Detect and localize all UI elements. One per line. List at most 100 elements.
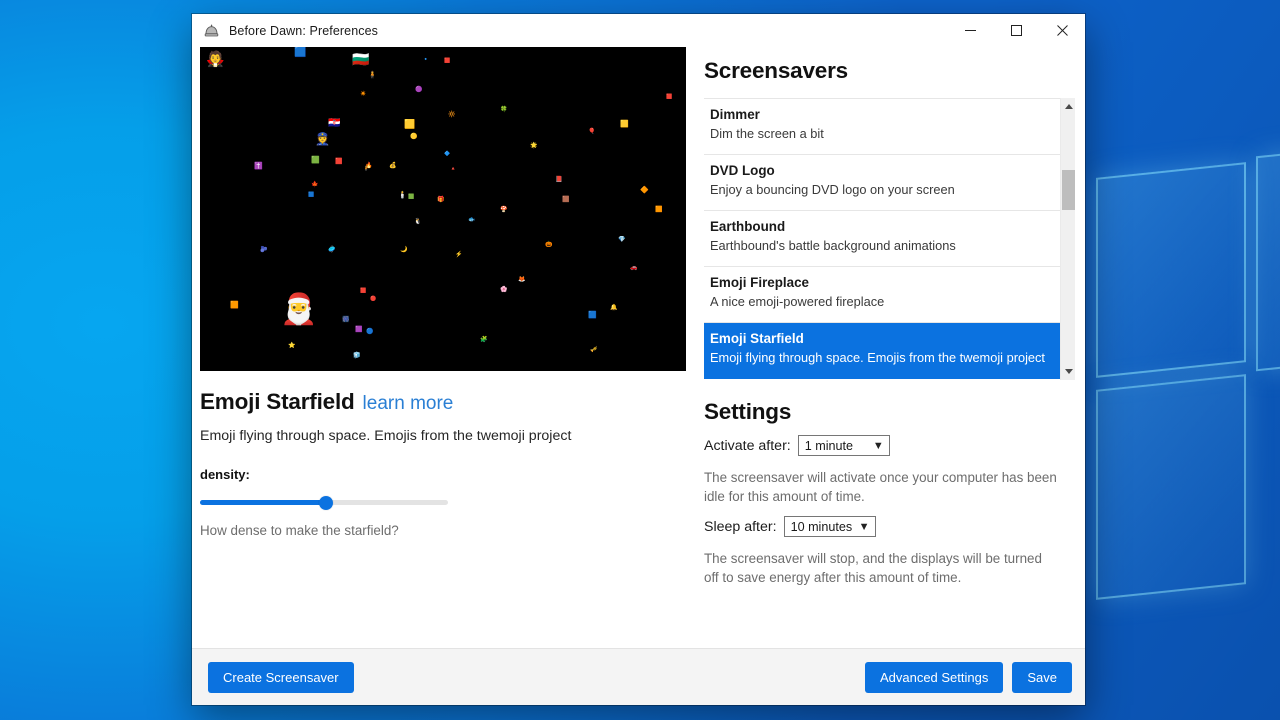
window-title: Before Dawn: Preferences (229, 23, 379, 38)
screensaver-item-name: Emoji Starfield (710, 331, 804, 346)
close-icon (1056, 25, 1068, 36)
detail-description: Emoji flying through space. Emojis from … (200, 428, 572, 444)
screensaver-list-item[interactable]: Emoji Fireplace A nice emoji-powered fire… (704, 267, 1060, 323)
preview-emoji: 🔹 (422, 57, 430, 63)
settings-section: Settings Activate after: 1 minute5 minut… (704, 399, 1064, 587)
slider-fill (200, 500, 327, 505)
preview-emoji: 💰 (389, 163, 397, 169)
activate-after-label: Activate after: (704, 437, 791, 454)
preview-emoji: 🔵 (366, 329, 374, 335)
close-button[interactable] (1039, 14, 1085, 47)
screensaver-list-item[interactable]: DVD Logo Enjoy a bouncing DVD logo on you… (704, 155, 1060, 211)
preview-emoji: 🟣 (415, 87, 423, 93)
preview-emoji: 🟫 (562, 197, 570, 203)
preview-emoji: 🟥 (335, 159, 343, 165)
save-button[interactable]: Save (1012, 661, 1072, 693)
preview-emoji: 🎁 (437, 197, 445, 203)
preferences-window: Before Dawn: Preferences 🧛 🟦 🇧🇬 🔹 🟥 🧍 🟣 … (192, 14, 1085, 705)
maximize-icon (1010, 25, 1022, 36)
preview-emoji: 🔆 (448, 112, 456, 118)
preview-emoji: 🟦 (308, 192, 315, 198)
window-footer: Create Screensaver Advanced Settings Sav… (192, 648, 1085, 705)
list-scrollbar[interactable] (1060, 98, 1075, 380)
preview-emoji: 🌸 (500, 287, 508, 293)
sleep-after-row: Sleep after: Never5 minutes10 minutes30 … (704, 516, 1064, 537)
activate-after-row: Activate after: 1 minute5 minutes10 minu… (704, 435, 1064, 456)
preview-emoji: ⚡ (455, 252, 463, 258)
preview-emoji: 🎺 (590, 347, 598, 353)
activate-after-help: The screensaver will activate once your … (704, 470, 1057, 504)
preview-emoji: 🧛 (206, 51, 225, 68)
create-screensaver-button[interactable]: Create Screensaver (208, 661, 354, 693)
screensaver-list-item[interactable]: Dimmer Dim the screen a bit (704, 99, 1060, 155)
density-slider[interactable] (200, 494, 448, 512)
scroll-down-arrow-button[interactable] (1061, 363, 1076, 380)
preview-emoji: 🧩 (480, 337, 488, 343)
minimize-button[interactable] (947, 14, 993, 47)
preview-emoji: 🧍 (368, 72, 377, 79)
maximize-button[interactable] (993, 14, 1039, 47)
screensaver-list-item[interactable]: Emoji Starfield Emoji flying through spac… (704, 323, 1060, 379)
screensaver-item-description: Earthbound's battle background animation… (710, 238, 956, 253)
learn-more-link[interactable]: learn more (363, 393, 454, 415)
preview-emoji: 🐧 (414, 219, 422, 225)
preview-emoji: 🟡 (410, 134, 418, 140)
screensavers-heading: Screensavers (704, 58, 848, 83)
density-help-text: How dense to make the starfield? (200, 523, 399, 538)
preview-emoji: 🎆 (342, 317, 350, 323)
preview-emoji: 🔺 (450, 166, 457, 172)
preview-emoji: ✴️ (360, 91, 367, 97)
preview-emoji: 🎅 (280, 293, 318, 326)
preview-emoji: 🟩 (408, 194, 415, 200)
screensavers-list[interactable]: Dimmer Dim the screen a bit DVD Logo Enjoy … (704, 98, 1060, 380)
scroll-up-arrow-icon (1064, 104, 1073, 109)
preview-emoji: ✝️ (254, 163, 263, 170)
preview-emoji: 📕 (555, 177, 563, 183)
preview-emoji: 🍀 (500, 107, 508, 113)
preview-emoji: 🟥 (360, 288, 367, 294)
preview-emoji: 🟨 (620, 121, 629, 128)
preview-emoji: 🍄 (500, 207, 508, 213)
right-column: Screensavers Dimmer Dim the screen a bit D… (692, 47, 1085, 648)
preview-emoji: 🟩 (311, 157, 320, 164)
preview-emoji: 🕯️ (398, 192, 407, 199)
screensaver-item-description: A nice emoji-powered fireplace (710, 294, 885, 309)
preview-emoji: 🟨 (404, 119, 416, 129)
screensaver-item-name: Emoji Fireplace (710, 275, 809, 290)
activate-after-select[interactable]: 1 minute5 minutes10 minutes15 minutes30 … (797, 435, 890, 456)
advanced-settings-button[interactable]: Advanced Settings (864, 661, 1004, 693)
screensavers-list-region: Dimmer Dim the screen a bit DVD Logo Enjoy … (704, 98, 1075, 380)
preview-emoji: 🫐 (260, 247, 268, 253)
preview-emoji: 💎 (618, 237, 626, 243)
scrollbar-thumb[interactable] (1062, 170, 1075, 210)
detail-title: Emoji Starfield (200, 389, 355, 414)
preview-emoji: 🐟 (468, 217, 476, 223)
preview-emoji: 🧍 (363, 166, 370, 172)
preview-emoji: 🥏 (328, 247, 336, 253)
preview-emoji: 🟥 (444, 58, 451, 64)
preview-emoji: 🟦 (588, 312, 597, 319)
preview-emoji: 🦊 (518, 277, 526, 283)
minimize-icon (964, 30, 976, 31)
preview-emoji: 🎈 (588, 129, 596, 135)
preview-emoji: 🧊 (353, 353, 361, 359)
window-controls (947, 14, 1085, 47)
detail-title-row: Emoji Starfield learn more (200, 389, 678, 415)
window-titlebar[interactable]: Before Dawn: Preferences (192, 14, 1085, 47)
preview-emoji: 🇧🇬 (352, 51, 370, 67)
preview-emoji: 🟧 (230, 302, 239, 309)
sleep-after-select[interactable]: Never5 minutes10 minutes30 minutes1 hour (783, 516, 876, 537)
screensaver-item-description: Enjoy a bouncing DVD logo on your screen (710, 182, 955, 197)
sleep-after-select-wrap: Never5 minutes10 minutes30 minutes1 hour… (783, 516, 876, 537)
preview-emoji: 🌙 (400, 247, 408, 253)
scroll-up-arrow-button[interactable] (1061, 98, 1076, 115)
preview-emoji: 🔷 (444, 151, 451, 157)
screensaver-list-item[interactable]: Earthbound Earthbound's battle background… (704, 211, 1060, 267)
preview-emoji: 🟧 (655, 207, 663, 213)
preview-emoji: 🌟 (530, 143, 538, 149)
slider-thumb[interactable] (319, 496, 334, 510)
density-label: density: (200, 467, 250, 482)
dome-icon (204, 24, 219, 37)
screensaver-item-description: Dim the screen a bit (710, 126, 824, 141)
screensaver-preview[interactable]: 🧛 🟦 🇧🇬 🔹 🟥 🧍 🟣 ✴️ 🇭🇷 🟨 👮 🟡 🔷 🟩 🟥 ✝️ 🔥 💰 🧍 🎅 🍁 🟦 🕯️ 🟩 🟧 🔴 🟥 🎆 🔵 🟪 ⭐ 🧊 🍀 🌟 🎈… (200, 47, 686, 371)
